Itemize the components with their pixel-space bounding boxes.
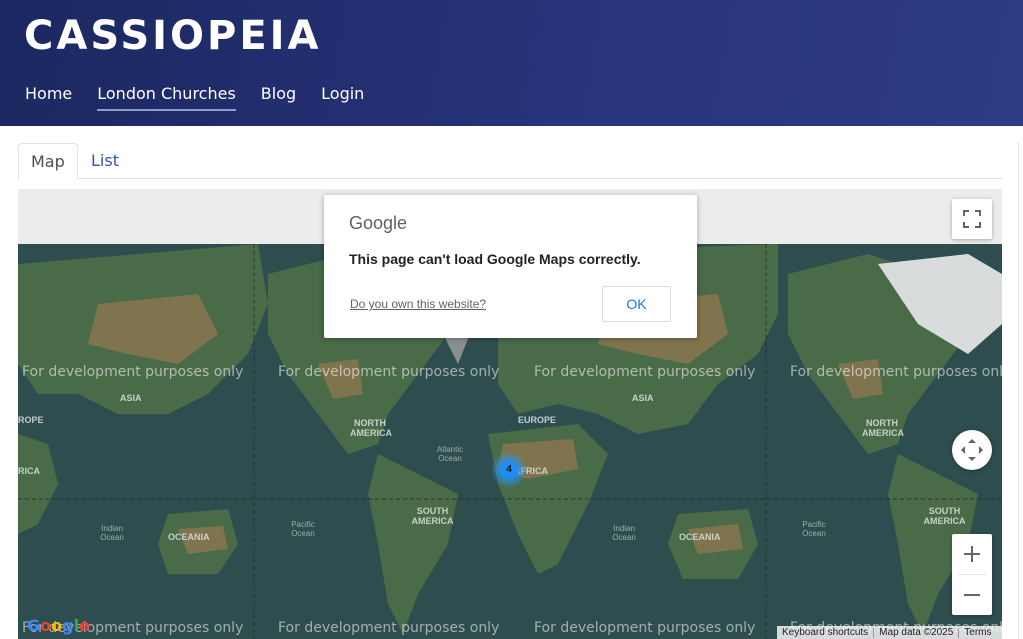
ocean-label: Pacific Ocean (802, 520, 826, 538)
nav-login[interactable]: Login (321, 84, 364, 111)
own-website-link[interactable]: Do you own this website? (350, 297, 486, 311)
continent-label: OCEANIA (679, 532, 721, 542)
site-header: CASSIOPEIA Home London Churches Blog Log… (0, 0, 1023, 126)
marker-cluster[interactable]: 4 (492, 453, 526, 487)
google-logo[interactable]: Google (27, 616, 90, 635)
cluster-count: 4 (506, 464, 512, 475)
continent-label: RICA (18, 466, 40, 476)
map-container[interactable]: For development purposes only For develo… (18, 189, 1002, 639)
camera-control-icon (961, 439, 983, 461)
zoom-out-icon (964, 594, 980, 596)
zoom-in-button[interactable] (952, 534, 992, 574)
continent-label: EUROPE (518, 415, 557, 425)
continent-label: SOUTH AMERICA (923, 506, 966, 526)
sidebar-edge (1018, 142, 1023, 639)
continent-label: ASIA (632, 393, 654, 403)
maps-error-dialog: Google This page can't load Google Maps … (324, 195, 697, 338)
ocean-label: Indian Ocean (100, 524, 124, 542)
google-wordmark: Google (349, 213, 408, 233)
map-attribution: Keyboard shortcuts Map data ©2025 Terms (777, 626, 1002, 639)
dev-watermark: For development purposes only (534, 620, 756, 636)
continent-label: NORTH AMERICA (862, 418, 904, 438)
ocean-label: Pacific Ocean (291, 520, 315, 538)
continent-label: ASIA (120, 393, 142, 403)
continent-label: ROPE (18, 415, 44, 425)
dev-watermark: For development purposes only (534, 364, 756, 380)
nav-blog[interactable]: Blog (261, 84, 296, 111)
error-message: This page can't load Google Maps correct… (349, 251, 641, 267)
fullscreen-icon (963, 210, 981, 228)
zoom-control (952, 534, 992, 615)
dev-watermark: For development purposes only (790, 364, 1002, 380)
ocean-label: Atlantic Ocean (436, 445, 464, 463)
site-logo[interactable]: CASSIOPEIA (24, 12, 322, 60)
terms-link[interactable]: Terms (959, 626, 996, 639)
zoom-in-icon (964, 546, 980, 562)
continent-label: OCEANIA (168, 532, 210, 542)
view-tabs: Map List (18, 143, 1002, 179)
fullscreen-button[interactable] (952, 199, 992, 239)
tab-list[interactable]: List (79, 143, 131, 179)
ok-button[interactable]: OK (602, 286, 671, 322)
dev-watermark: For development purposes only (278, 364, 500, 380)
continent-label: NORTH AMERICA (350, 418, 392, 438)
zoom-out-button[interactable] (952, 575, 992, 615)
keyboard-shortcuts-link[interactable]: Keyboard shortcuts (777, 626, 873, 639)
camera-control-button[interactable] (952, 430, 992, 470)
tab-map[interactable]: Map (18, 143, 78, 179)
map-data-text: Map data ©2025 (879, 627, 954, 638)
main-nav: Home London Churches Blog Login (25, 84, 389, 111)
dev-watermark: For development purposes only (278, 620, 500, 636)
continent-label: SOUTH AMERICA (411, 506, 454, 526)
ocean-label: Indian Ocean (612, 524, 636, 542)
dev-watermark: For development purposes only (22, 364, 244, 380)
nav-home[interactable]: Home (25, 84, 72, 111)
nav-london-churches[interactable]: London Churches (97, 84, 236, 111)
